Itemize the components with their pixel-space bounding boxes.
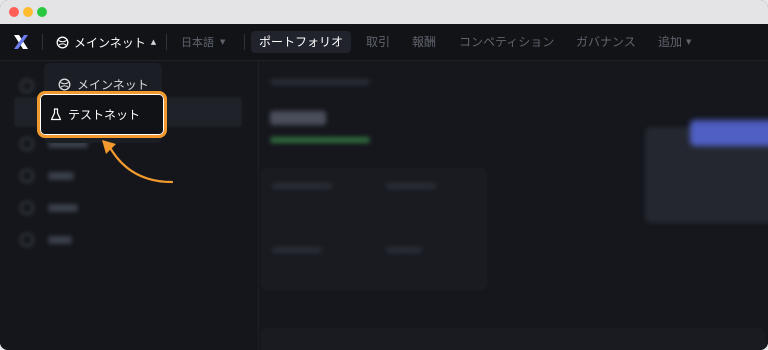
blurred-stat — [272, 183, 332, 189]
caret-up-icon: ▲ — [150, 38, 157, 46]
nav-divider — [42, 34, 43, 50]
network-option-testnet[interactable]: テストネット — [50, 106, 140, 123]
nav-divider — [244, 34, 245, 50]
minimize-window-button[interactable] — [23, 7, 33, 17]
blurred-bottom-panel — [262, 329, 764, 350]
caret-down-icon: ▼ — [220, 38, 226, 46]
top-navigation: メインネット ▲ 日本語 ▼ ポートフォリオ 取引 報酬 コンペティション ガバ… — [0, 24, 768, 61]
app-window: メインネット ▲ 日本語 ▼ ポートフォリオ 取引 報酬 コンペティション ガバ… — [0, 0, 768, 350]
network-selector[interactable]: メインネット ▲ — [56, 31, 156, 53]
language-selector-label: 日本語 — [181, 36, 214, 49]
blurred-stat — [272, 247, 322, 253]
network-option-label: テストネット — [68, 108, 141, 122]
blurred-change — [270, 137, 370, 143]
tab-governance[interactable]: ガバナンス — [576, 31, 636, 53]
tab-competition[interactable]: コンペティション — [459, 31, 554, 53]
flask-icon — [50, 108, 62, 121]
blurred-breadcrumb — [270, 79, 370, 85]
tab-more[interactable]: 追加 ▼ — [658, 31, 691, 53]
maximize-window-button[interactable] — [37, 7, 47, 17]
tab-more-label: 追加 — [658, 35, 683, 49]
tab-portfolio[interactable]: ポートフォリオ — [251, 31, 352, 53]
globe-icon — [58, 78, 71, 91]
blurred-modal-button — [690, 120, 768, 146]
pointer-arrow-icon — [102, 140, 174, 184]
blurred-stat — [386, 247, 422, 253]
tab-rewards[interactable]: 報酬 — [412, 31, 436, 53]
language-selector[interactable]: 日本語 ▼ — [181, 31, 225, 53]
highlight-callout: テストネット — [37, 91, 167, 138]
caret-down-icon: ▼ — [686, 38, 692, 46]
network-selector-label: メインネット — [74, 35, 146, 50]
blurred-stat — [386, 183, 436, 189]
x-logo-icon[interactable] — [12, 33, 30, 51]
tab-trade[interactable]: 取引 — [366, 31, 390, 53]
nav-divider — [166, 34, 167, 50]
blurred-balance — [270, 111, 326, 125]
window-titlebar — [0, 0, 768, 24]
globe-icon — [56, 36, 69, 48]
close-window-button[interactable] — [9, 7, 19, 17]
